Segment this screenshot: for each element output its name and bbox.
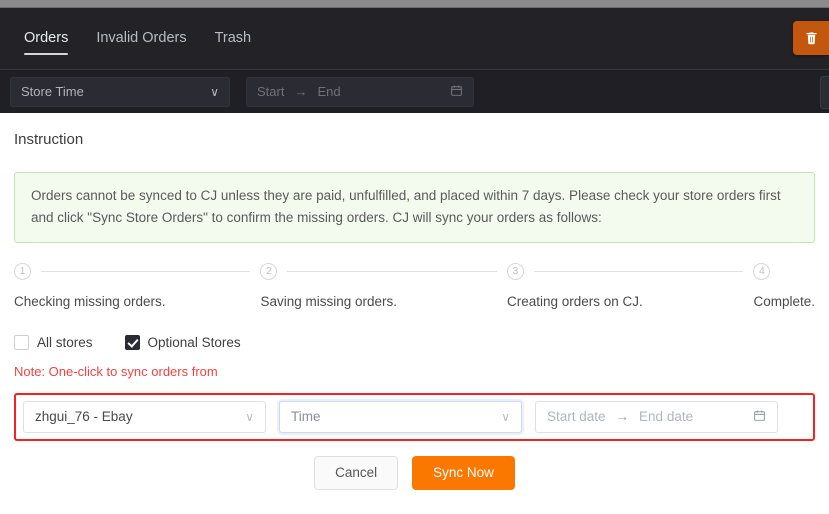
time-select-value: Time — [291, 409, 321, 425]
step-item-2: 2 Saving missing orders. — [260, 262, 506, 309]
step-number-circle: 1 — [14, 262, 31, 280]
browser-top-strip — [0, 0, 829, 8]
step-head: 2 — [260, 262, 506, 280]
toolbar-start-date-placeholder: Start — [257, 84, 285, 99]
tab-invalid-orders-label: Invalid Orders — [96, 30, 187, 46]
step-connector-line — [533, 270, 744, 272]
step-head: 4 — [753, 262, 815, 280]
steps-list: 1 Checking missing orders. 2 Saving miss… — [14, 262, 815, 309]
tab-active-indicator — [24, 53, 69, 55]
trash-icon — [806, 32, 816, 45]
checkbox-all-stores-label: All stores — [37, 334, 93, 350]
start-date-placeholder: Start date — [547, 409, 606, 425]
tab-trash-label: Trash — [214, 30, 252, 46]
tab-orders[interactable]: Orders — [10, 8, 82, 69]
toolbar-overflow-field[interactable] — [820, 76, 829, 109]
step-head: 1 — [14, 262, 260, 280]
sync-filter-row: zhgui_76 - Ebay ∨ Time ∨ Start date → En… — [14, 392, 815, 441]
trash-button[interactable] — [793, 21, 829, 55]
sync-date-range-picker[interactable]: Start date → End date — [535, 400, 778, 433]
store-time-select[interactable]: Store Time ∨ — [10, 76, 230, 107]
note-text: Note: One-click to sync orders from — [14, 363, 218, 379]
chevron-down-icon: ∨ — [245, 409, 254, 424]
step-connector-line — [287, 270, 497, 272]
store-select[interactable]: zhgui_76 - Ebay ∨ — [23, 400, 266, 433]
end-date-placeholder: End date — [639, 409, 694, 425]
step-label: Saving missing orders. — [260, 293, 398, 309]
step-item-4: 4 Complete. — [753, 262, 815, 309]
step-label: Checking missing orders. — [14, 293, 166, 309]
page-title: Instruction — [14, 131, 84, 148]
calendar-icon — [450, 84, 463, 100]
sync-now-button[interactable]: Sync Now — [412, 455, 515, 490]
step-label: Creating orders on CJ. — [506, 293, 643, 309]
cancel-button[interactable]: Cancel — [314, 455, 399, 490]
step-number-circle: 3 — [506, 262, 524, 280]
store-select-value: zhgui_76 - Ebay — [35, 409, 133, 425]
checkbox-checked-icon — [124, 334, 140, 350]
store-scope-checkbox-group: All stores Optional Stores — [14, 334, 815, 350]
checkbox-all-stores[interactable]: All stores — [14, 334, 93, 350]
dialog-footer: Cancel Sync Now — [14, 455, 815, 490]
checkbox-optional-stores-label: Optional Stores — [147, 334, 241, 350]
step-number-circle: 4 — [753, 262, 771, 280]
app-header: Orders Invalid Orders Trash — [0, 8, 829, 70]
notice-box: Orders cannot be synced to CJ unless the… — [14, 172, 815, 243]
step-connector-line — [41, 270, 251, 272]
tab-orders-label: Orders — [24, 30, 69, 46]
calendar-icon — [753, 409, 766, 425]
step-number-circle: 2 — [260, 262, 278, 280]
toolbar-end-date-placeholder: End — [317, 84, 341, 99]
arrow-right-icon: → — [615, 409, 630, 425]
chevron-down-icon: ∨ — [501, 409, 510, 424]
step-head: 3 — [506, 262, 753, 280]
tab-bar: Orders Invalid Orders Trash — [0, 8, 829, 69]
step-label: Complete. — [753, 293, 815, 309]
step-item-3: 3 Creating orders on CJ. — [506, 262, 753, 309]
chevron-down-icon: ∨ — [210, 84, 219, 99]
checkbox-box-icon — [14, 334, 29, 350]
toolbar-date-range-picker[interactable]: Start → End — [246, 76, 474, 107]
tab-invalid-orders[interactable]: Invalid Orders — [82, 8, 200, 69]
store-time-select-value: Store Time — [21, 84, 84, 99]
tab-trash[interactable]: Trash — [201, 8, 266, 69]
time-select[interactable]: Time ∨ — [279, 400, 522, 433]
step-item-1: 1 Checking missing orders. — [14, 262, 260, 309]
arrow-right-icon: → — [294, 84, 308, 99]
filter-toolbar: Store Time ∨ Start → End — [0, 70, 829, 113]
checkbox-optional-stores[interactable]: Optional Stores — [124, 334, 241, 350]
instruction-panel: Instruction Orders cannot be synced to C… — [0, 113, 829, 514]
